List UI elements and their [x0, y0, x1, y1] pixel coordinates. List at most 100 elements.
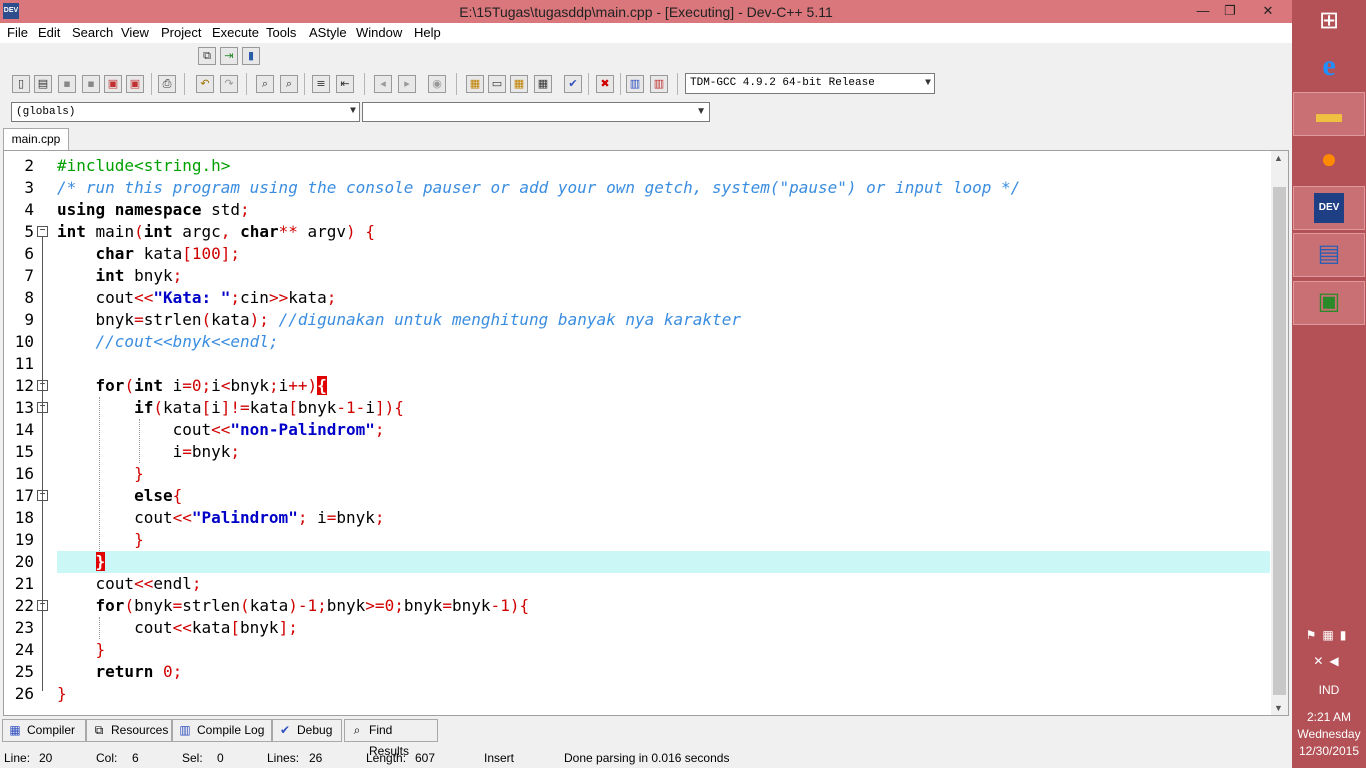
line-number: 13	[14, 398, 34, 417]
volume-icon[interactable]: ◀	[1329, 654, 1344, 668]
minimize-button[interactable]: —	[1188, 0, 1218, 21]
file-explorer-icon[interactable]: ▬	[1293, 92, 1365, 136]
goto-line-icon[interactable]: ≡	[312, 75, 330, 93]
close-button[interactable]: ✕	[1246, 0, 1290, 21]
devcpp-taskbar-icon[interactable]: DEV	[1293, 186, 1365, 230]
compile-run-icon[interactable]: ▦	[510, 75, 528, 93]
restore-button[interactable]: ❐	[1215, 0, 1245, 21]
replace-icon[interactable]: ⌕	[280, 75, 298, 93]
code-line-20-current: }	[57, 551, 1270, 573]
firefox-icon[interactable]: ●	[1293, 138, 1365, 182]
code-line-19: }	[134, 530, 144, 549]
scroll-down-icon[interactable]: ▼	[1274, 703, 1283, 713]
clock-date[interactable]: 12/30/2015	[1292, 744, 1366, 758]
window-app-icon[interactable]: ▣	[1293, 281, 1365, 325]
menu-astyle[interactable]: AStyle	[309, 25, 347, 40]
resources-icon: ⧉	[94, 723, 104, 737]
save-all-icon[interactable]: ▪	[82, 75, 100, 93]
tab-debug[interactable]: ✔ Debug	[272, 719, 342, 742]
save-icon[interactable]: ▪	[58, 75, 76, 93]
tab-compile-log[interactable]: ▥ Compile Log	[172, 719, 272, 742]
menu-help[interactable]: Help	[414, 25, 441, 40]
undo-icon[interactable]: ↶	[196, 75, 214, 93]
power-icon[interactable]: ▮	[1340, 628, 1353, 642]
compile-icon[interactable]: ▦	[466, 75, 484, 93]
code-line-21: cout<<endl;	[57, 574, 202, 593]
delete-icon[interactable]: ✖	[596, 75, 614, 93]
code-editor[interactable]: 2345−6789101112−13−14151617−1819202122−2…	[3, 150, 1289, 716]
network-icon[interactable]: ▦	[1322, 628, 1339, 642]
status-sel-value: 0	[217, 751, 224, 765]
clock-time[interactable]: 2:21 AM	[1292, 710, 1366, 724]
scroll-up-icon[interactable]: ▲	[1274, 153, 1283, 163]
vertical-scrollbar[interactable]: ▲ ▼	[1271, 151, 1288, 715]
print-icon[interactable]: ⎙	[158, 75, 176, 93]
scope-select[interactable]: (globals) ▼	[11, 102, 360, 122]
run-icon[interactable]: ▭	[488, 75, 506, 93]
line-number: 21	[14, 574, 34, 593]
menu-file[interactable]: File	[7, 25, 28, 40]
goto-icon[interactable]: ⇥	[220, 47, 238, 65]
tab-resources-label: Resources	[111, 723, 169, 737]
open-file-icon[interactable]: ▤	[34, 75, 52, 93]
tab-resources[interactable]: ⧉ Resources	[86, 719, 172, 742]
tab-debug-label: Debug	[297, 723, 333, 737]
check-syntax-icon[interactable]: ✔	[564, 75, 582, 93]
menu-execute[interactable]: Execute	[212, 25, 259, 40]
new-file-icon[interactable]: ▯	[12, 75, 30, 93]
devcpp-icon: DEV	[1314, 193, 1344, 223]
code-area[interactable]: #include<string.h> /* run this program u…	[57, 153, 1270, 713]
close-file-icon[interactable]: ▣	[104, 75, 122, 93]
status-bar: Line: 20 Col: 6 Sel: 0 Lines: 26 Length:…	[0, 748, 1292, 768]
line-number: 18	[14, 508, 34, 527]
next-icon[interactable]: ▸	[398, 75, 416, 93]
scrollbar-thumb[interactable]	[1273, 187, 1286, 695]
function-select[interactable]: ▼	[362, 102, 710, 122]
chart-icon[interactable]: ▥	[626, 75, 644, 93]
menu-edit[interactable]: Edit	[38, 25, 60, 40]
internet-explorer-icon[interactable]: e	[1293, 45, 1365, 89]
menu-window[interactable]: Window	[356, 25, 402, 40]
line-number: 26	[14, 684, 34, 703]
line-number: 20	[14, 552, 34, 571]
menu-search[interactable]: Search	[72, 25, 113, 40]
network-error-icon[interactable]: ✕	[1313, 654, 1329, 668]
stop-icon[interactable]: ◉	[428, 75, 446, 93]
redo-icon[interactable]: ↷	[220, 75, 238, 93]
tab-compiler[interactable]: ▦ Compiler	[2, 719, 86, 742]
language-indicator[interactable]: IND	[1292, 683, 1366, 697]
tab-compile-log-label: Compile Log	[197, 723, 265, 737]
compiler-select[interactable]: TDM-GCC 4.9.2 64-bit Release ▼	[685, 73, 935, 94]
fold-toggle-icon[interactable]: −	[37, 226, 48, 237]
line-number: 8	[24, 288, 34, 307]
menu-project[interactable]: Project	[161, 25, 201, 40]
line-number: 15	[14, 442, 34, 461]
code-line-10: //cout<<bnyk<<endl;	[95, 332, 279, 351]
tab-main-cpp[interactable]: main.cpp	[3, 128, 69, 150]
code-line-14: cout<<"non-Palindrom";	[57, 420, 385, 439]
indent-icon[interactable]: ⇤	[336, 75, 354, 93]
clock-day[interactable]: Wednesday	[1292, 727, 1366, 741]
insert-icon[interactable]: ⧉	[198, 47, 216, 65]
line-number: 7	[24, 266, 34, 285]
previous-icon[interactable]: ◂	[374, 75, 392, 93]
menu-view[interactable]: View	[121, 25, 149, 40]
close-all-icon[interactable]: ▣	[126, 75, 144, 93]
bookmark-icon[interactable]: ▮	[242, 47, 260, 65]
grid-icon: ▦	[9, 723, 21, 737]
compiler-select-value: TDM-GCC 4.9.2 64-bit Release	[690, 77, 875, 89]
menu-tools[interactable]: Tools	[266, 25, 296, 40]
profile-icon[interactable]: ▥	[650, 75, 668, 93]
chevron-down-icon: ▼	[349, 106, 356, 117]
flag-icon[interactable]: ⚑	[1306, 628, 1323, 642]
find-icon[interactable]: ⌕	[256, 75, 274, 93]
code-line-4: using namespace std;	[57, 200, 250, 219]
fold-line	[42, 237, 43, 691]
word-icon[interactable]: ▤	[1293, 233, 1365, 277]
line-number: 22	[14, 596, 34, 615]
windows-start-icon[interactable]: ⊞	[1293, 0, 1365, 44]
title-bar[interactable]: DEV E:\15Tugas\tugasddp\main.cpp - [Exec…	[0, 0, 1292, 23]
tab-find-results[interactable]: ⌕ Find Results	[344, 719, 438, 758]
rebuild-icon[interactable]: ▦	[534, 75, 552, 93]
line-number: 3	[24, 178, 34, 197]
